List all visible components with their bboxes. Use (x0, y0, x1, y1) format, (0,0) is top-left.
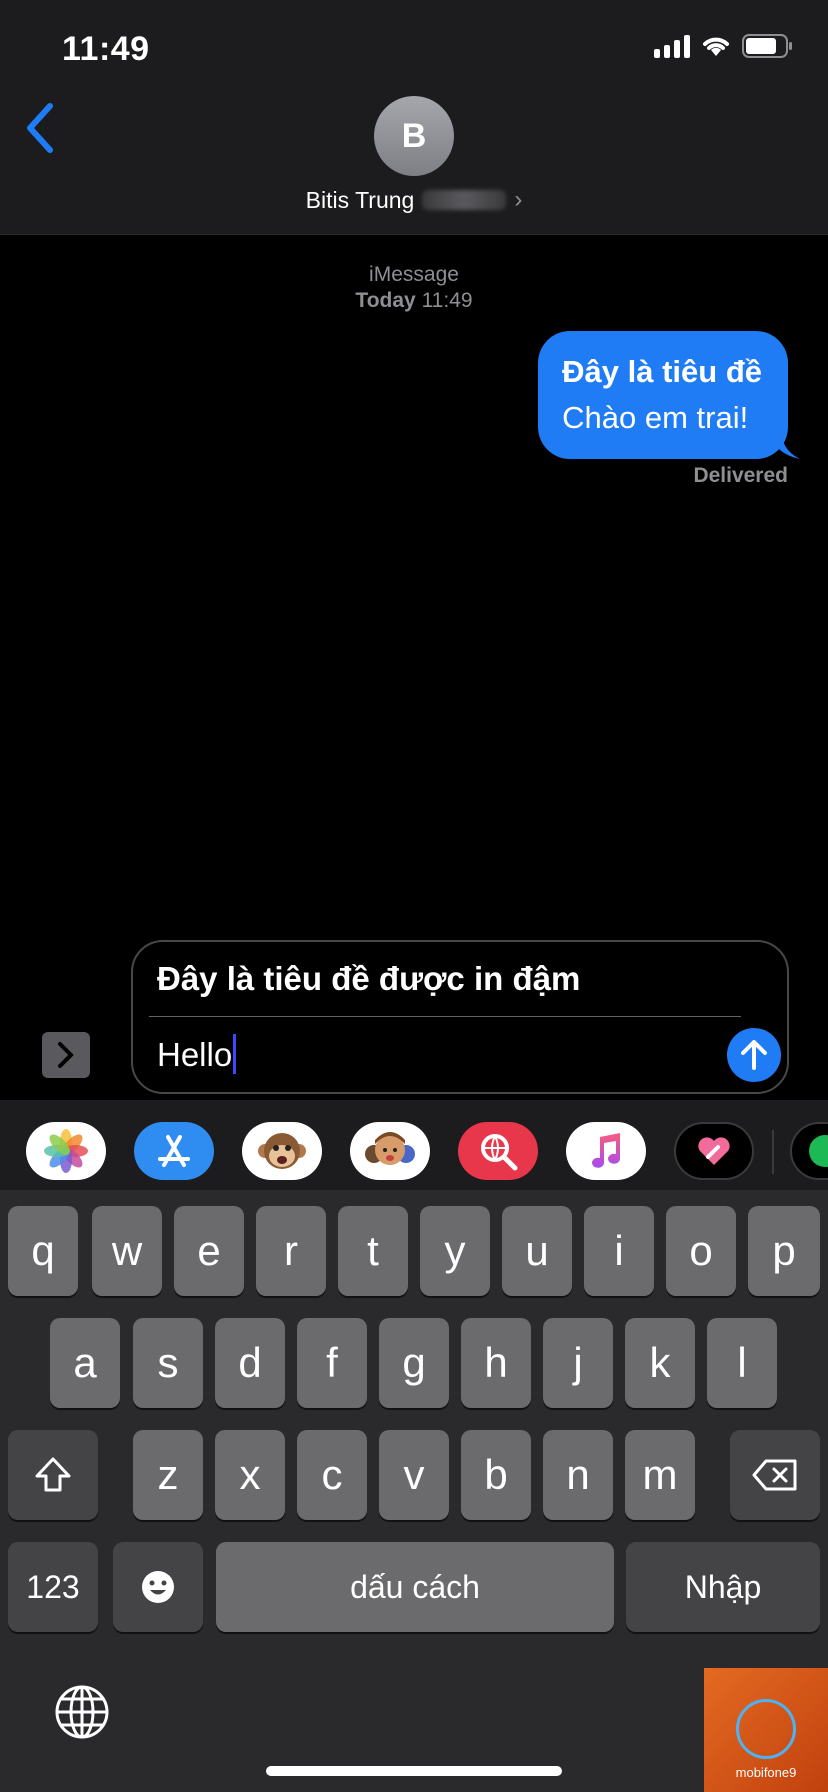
wifi-icon (703, 37, 729, 56)
memoji-icon[interactable] (350, 1122, 430, 1180)
key-z[interactable]: z (133, 1430, 203, 1520)
return-key[interactable]: Nhập (626, 1542, 820, 1632)
app-strip-divider (772, 1130, 774, 1174)
chevron-right-icon (58, 1042, 74, 1068)
animoji-icon[interactable] (242, 1122, 322, 1180)
imessage-app-strip (0, 1100, 828, 1190)
key-r[interactable]: r (256, 1206, 326, 1296)
key-l[interactable]: l (707, 1318, 777, 1408)
message-input[interactable]: Hello (157, 1034, 237, 1074)
contact-name-row[interactable]: Bitis Trung › (0, 186, 828, 214)
status-icons (654, 34, 794, 58)
numbers-key[interactable]: 123 (8, 1542, 98, 1632)
subject-field[interactable]: Đây là tiêu đề được in đậm (157, 960, 580, 998)
date-label: Today (355, 289, 416, 312)
key-u[interactable]: u (502, 1206, 572, 1296)
key-k[interactable]: k (625, 1318, 695, 1408)
chevron-right-icon: › (514, 186, 523, 213)
cellular-signal-icon (654, 34, 690, 58)
shift-key[interactable] (8, 1430, 98, 1520)
navigation-header: 11:49 B Bitis Trung › (0, 0, 828, 235)
space-key[interactable]: dấu cách (216, 1542, 614, 1632)
web-search-icon[interactable] (458, 1122, 538, 1180)
key-y[interactable]: y (420, 1206, 490, 1296)
key-p[interactable]: p (748, 1206, 820, 1296)
key-t[interactable]: t (338, 1206, 408, 1296)
watermark-logo: mobifone9 (704, 1668, 828, 1792)
key-v[interactable]: v (379, 1430, 449, 1520)
key-f[interactable]: f (297, 1318, 367, 1408)
key-d[interactable]: d (215, 1318, 285, 1408)
bubble-tail (770, 429, 800, 459)
emoji-key[interactable] (113, 1542, 203, 1632)
send-button[interactable] (727, 1028, 781, 1082)
key-h[interactable]: h (461, 1318, 531, 1408)
composer-divider (149, 1016, 741, 1017)
text-cursor (233, 1034, 237, 1074)
digital-touch-icon[interactable] (674, 1122, 754, 1180)
message-composer[interactable]: Đây là tiêu đề được in đậm Hello (131, 940, 789, 1094)
key-e[interactable]: e (174, 1206, 244, 1296)
emoji-icon (142, 1571, 174, 1603)
time-label: 11:49 (421, 289, 473, 312)
delete-key[interactable] (730, 1430, 820, 1520)
delivery-status: Delivered (693, 464, 788, 487)
status-time: 11:49 (62, 30, 150, 68)
back-chevron-icon[interactable] (22, 100, 62, 156)
timestamp: Today 11:49 (0, 288, 828, 314)
shift-icon (35, 1457, 71, 1492)
photos-icon[interactable] (26, 1122, 106, 1180)
home-indicator[interactable] (266, 1766, 562, 1776)
key-n[interactable]: n (543, 1430, 613, 1520)
key-q[interactable]: q (8, 1206, 78, 1296)
key-m[interactable]: m (625, 1430, 695, 1520)
music-icon[interactable] (566, 1122, 646, 1180)
blurred-surname (422, 190, 507, 210)
key-o[interactable]: o (666, 1206, 736, 1296)
message-body: Chào em trai! (562, 400, 749, 435)
key-g[interactable]: g (379, 1318, 449, 1408)
app-store-icon[interactable] (134, 1122, 214, 1180)
key-w[interactable]: w (92, 1206, 162, 1296)
key-b[interactable]: b (461, 1430, 531, 1520)
spotify-icon[interactable] (790, 1122, 828, 1180)
contact-avatar[interactable]: B (374, 96, 454, 176)
key-j[interactable]: j (543, 1318, 613, 1408)
key-i[interactable]: i (584, 1206, 654, 1296)
backspace-icon (752, 1459, 797, 1491)
watermark-text: mobifone9 (735, 1765, 797, 1780)
watermark-emblem (736, 1699, 796, 1759)
message-subject: Đây là tiêu đề (562, 354, 762, 389)
service-label: iMessage (369, 263, 459, 286)
expand-apps-button[interactable] (42, 1032, 90, 1078)
conversation-meta: iMessage Today 11:49 (0, 262, 828, 314)
key-c[interactable]: c (297, 1430, 367, 1520)
key-a[interactable]: a (50, 1318, 120, 1408)
globe-icon[interactable] (54, 1684, 110, 1740)
arrow-up-icon (741, 1040, 767, 1070)
contact-name: Bitis Trung (305, 186, 415, 213)
sent-message-bubble[interactable]: Đây là tiêu đề Chào em trai! (538, 331, 800, 459)
message-input-text: Hello (157, 1036, 233, 1073)
key-x[interactable]: x (215, 1430, 285, 1520)
battery-icon (742, 34, 792, 58)
key-s[interactable]: s (133, 1318, 203, 1408)
